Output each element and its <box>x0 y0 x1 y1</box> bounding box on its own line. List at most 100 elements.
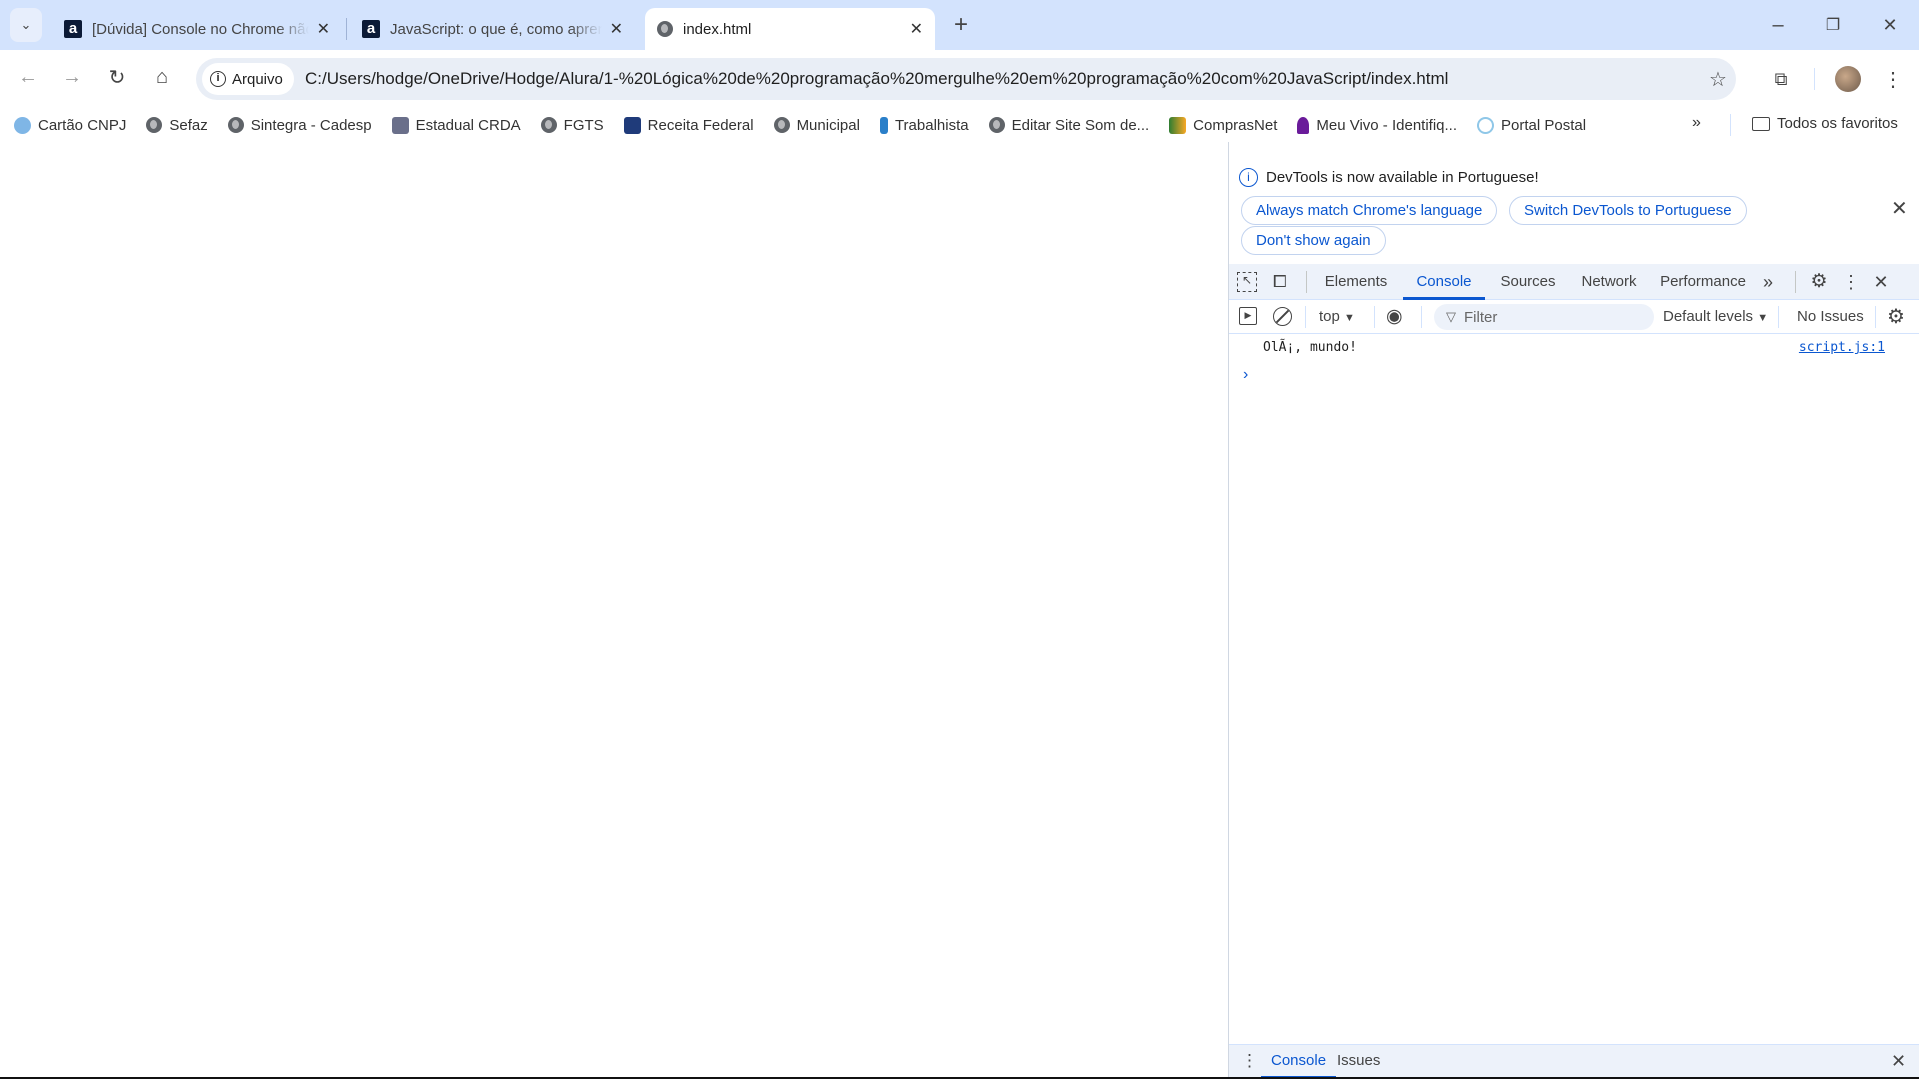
tab-2[interactable]: a JavaScript: o que é, como aprender ✕ <box>350 8 635 50</box>
close-drawer-icon[interactable]: ✕ <box>1891 1051 1906 1072</box>
bookmark-item[interactable]: Sefaz <box>146 116 208 134</box>
bookmark-label: Editar Site Som de... <box>1011 116 1150 134</box>
extensions-icon[interactable]: ⧉ <box>1767 64 1795 94</box>
banner-text: DevTools is now available in Portuguese! <box>1266 169 1539 186</box>
restore-button[interactable]: ❐ <box>1820 10 1846 40</box>
bookmark-item[interactable]: FGTS <box>540 116 604 134</box>
bookmark-item[interactable]: Estadual CRDA <box>391 116 521 134</box>
close-tab-icon[interactable]: ✕ <box>610 19 623 39</box>
bookmark-icon <box>1169 116 1187 134</box>
home-button[interactable]: ⌂ <box>148 62 176 92</box>
tab-title: index.html <box>683 20 752 38</box>
sidebar-toggle-icon[interactable]: ▶ <box>1239 307 1257 325</box>
message-source-link[interactable]: script.js:1 <box>1799 340 1885 355</box>
tab-strip: ⌄ a [Dúvida] Console no Chrome não ✕ a J… <box>0 0 1919 50</box>
toolbar-divider <box>1814 68 1815 90</box>
close-tab-icon[interactable]: ✕ <box>317 19 330 39</box>
alura-icon: a <box>64 20 82 38</box>
minimize-button[interactable]: – <box>1765 10 1791 40</box>
url-text[interactable]: C:/Users/hodge/OneDrive/Hodge/Alura/1-%2… <box>305 69 1448 89</box>
tab-network[interactable]: Network <box>1575 264 1643 300</box>
settings-gear-icon[interactable]: ⚙ <box>1807 264 1831 300</box>
bookmark-icon <box>14 116 31 134</box>
switch-to-portuguese-button[interactable]: Switch DevTools to Portuguese <box>1509 196 1747 225</box>
globe-icon <box>227 117 244 133</box>
inspect-element-icon[interactable]: ↖ <box>1237 272 1257 292</box>
console-prompt-chevron-icon[interactable]: › <box>1243 366 1248 384</box>
bookmark-item[interactable]: Trabalhista <box>879 116 969 134</box>
drawer-menu-icon[interactable]: ⋮ <box>1241 1051 1258 1071</box>
tab-elements[interactable]: Elements <box>1321 264 1391 300</box>
context-selector[interactable]: top ▼ <box>1319 308 1355 325</box>
bookmarks-divider <box>1730 114 1731 136</box>
back-button[interactable]: ← <box>14 62 42 92</box>
bookmark-label: Sefaz <box>169 116 208 134</box>
bookmark-label: Cartão CNPJ <box>38 116 127 134</box>
live-expression-eye-icon[interactable]: ◉ <box>1386 305 1403 328</box>
bookmark-star-icon[interactable]: ☆ <box>1704 64 1732 94</box>
bookmark-label: Trabalhista <box>894 116 969 134</box>
device-toolbar-icon[interactable]: ⧠ <box>1273 272 1293 292</box>
drawer-tab-issues[interactable]: Issues <box>1327 1045 1390 1079</box>
bookmark-item[interactable]: Portal Postal <box>1477 116 1586 134</box>
clear-console-icon[interactable] <box>1273 307 1292 326</box>
bookmarks-bar: Cartão CNPJ Sefaz Sintegra - Cadesp Esta… <box>0 108 1919 142</box>
filter-input[interactable]: ▽ Filter <box>1434 304 1654 330</box>
bookmark-item[interactable]: Sintegra - Cadesp <box>227 117 372 134</box>
customize-menu-icon[interactable]: ⋮ <box>1842 264 1860 300</box>
log-levels-dropdown[interactable]: Default levels ▼ <box>1663 308 1768 325</box>
tab-performance[interactable]: Performance <box>1657 264 1749 300</box>
bookmark-icon <box>1297 116 1310 134</box>
bookmark-item[interactable]: Receita Federal <box>623 116 754 134</box>
tab-3-active[interactable]: index.html ✕ <box>645 8 935 50</box>
filter-funnel-icon: ▽ <box>1446 309 1456 324</box>
bookmark-item[interactable]: Municipal <box>773 117 860 134</box>
globe-icon <box>988 117 1005 133</box>
tab-search-button[interactable]: ⌄ <box>10 8 42 42</box>
console-message: OlÃ¡, mundo! <box>1263 340 1357 355</box>
drawer-tab-console[interactable]: Console <box>1261 1045 1337 1079</box>
tab-console[interactable]: Console <box>1403 264 1485 300</box>
all-bookmarks-folder[interactable]: Todos os favoritos <box>1752 115 1898 132</box>
dont-show-again-button[interactable]: Don't show again <box>1241 226 1386 255</box>
more-bookmarks-chevron-icon[interactable]: » <box>1692 114 1701 132</box>
reload-button[interactable]: ↻ <box>103 62 131 92</box>
info-icon: i <box>1239 168 1258 187</box>
dropdown-caret-icon: ▼ <box>1344 312 1355 324</box>
divider <box>1795 271 1796 293</box>
always-match-language-button[interactable]: Always match Chrome's language <box>1241 196 1498 225</box>
devtools-panel: i DevTools is now available in Portugues… <box>1228 142 1919 1079</box>
devtools-drawer: ⋮ Console Issues ✕ <box>1229 1044 1919 1079</box>
new-tab-button[interactable]: + <box>948 10 974 40</box>
tab-divider <box>346 18 347 40</box>
bookmark-item[interactable]: Meu Vivo - Identifiq... <box>1297 116 1457 134</box>
dropdown-caret-icon: ▼ <box>1757 312 1769 324</box>
profile-avatar[interactable] <box>1835 66 1861 92</box>
close-window-button[interactable]: ✕ <box>1877 10 1903 40</box>
close-tab-icon[interactable]: ✕ <box>910 19 923 39</box>
forward-button[interactable]: → <box>58 62 86 92</box>
globe-icon <box>540 117 557 133</box>
tab-sources[interactable]: Sources <box>1495 264 1561 300</box>
bookmark-label: FGTS <box>563 116 604 134</box>
bookmark-item[interactable]: Cartão CNPJ <box>14 116 127 134</box>
alura-icon: a <box>362 20 380 38</box>
close-banner-icon[interactable]: ✕ <box>1891 196 1908 221</box>
site-info-chip[interactable]: i Arquivo <box>202 63 294 95</box>
bookmark-label: Estadual CRDA <box>415 116 521 134</box>
devtools-tabbar: ↖ ⧠ Elements Console Sources Network Per… <box>1229 264 1919 300</box>
tab-1[interactable]: a [Dúvida] Console no Chrome não ✕ <box>52 8 342 50</box>
issues-counter[interactable]: No Issues <box>1797 308 1864 325</box>
console-settings-gear-icon[interactable]: ⚙ <box>1887 304 1905 329</box>
close-devtools-icon[interactable]: ✕ <box>1869 264 1893 300</box>
browser-menu-icon[interactable]: ⋮ <box>1880 64 1906 94</box>
bookmark-icon <box>879 116 888 134</box>
divider <box>1306 271 1307 293</box>
context-label: top <box>1319 308 1340 325</box>
bookmark-item[interactable]: Editar Site Som de... <box>988 116 1150 134</box>
bookmark-item[interactable]: ComprasNet <box>1169 116 1278 134</box>
bookmark-label: ComprasNet <box>1193 116 1278 134</box>
all-bookmarks-label: Todos os favoritos <box>1777 115 1898 132</box>
more-tabs-chevron-icon[interactable]: » <box>1757 264 1779 300</box>
console-toolbar: ▶ top ▼ ◉ ▽ Filter Default levels ▼ No Is… <box>1229 300 1919 334</box>
